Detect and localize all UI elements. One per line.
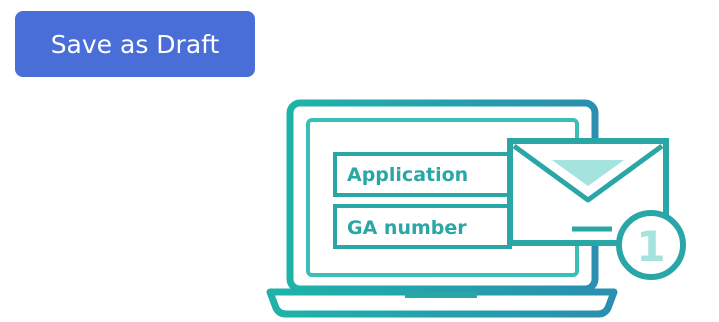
- notification-badge: 1: [616, 210, 686, 280]
- application-field: Application: [333, 152, 512, 197]
- application-field-label: Application: [347, 164, 468, 186]
- email-application-illustration: Application GA number 1: [266, 99, 686, 318]
- ga-number-field: GA number: [333, 204, 512, 249]
- ga-number-field-label: GA number: [347, 217, 467, 239]
- notification-count: 1: [636, 222, 665, 271]
